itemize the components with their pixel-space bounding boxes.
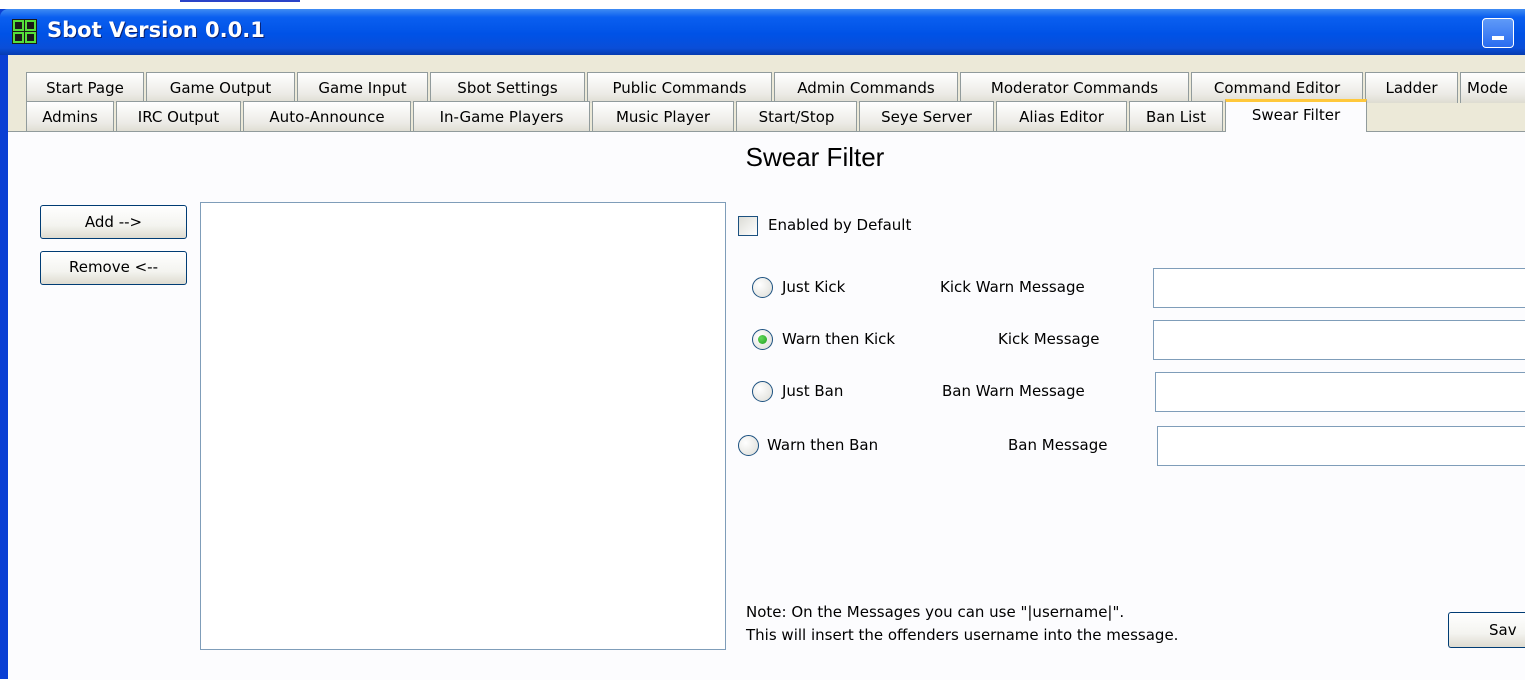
tab-in-game-players[interactable]: In-Game Players <box>413 101 590 132</box>
warn-then-ban-label: Warn then Ban <box>767 436 879 454</box>
tab-admins[interactable]: Admins <box>26 101 114 132</box>
tab-public-commands[interactable]: Public Commands <box>587 72 772 103</box>
window-title: Sbot Version 0.0.1 <box>47 18 265 42</box>
just-kick-radio[interactable] <box>752 277 773 298</box>
tab-game-output[interactable]: Game Output <box>146 72 295 103</box>
ban-message-input[interactable] <box>1157 426 1525 466</box>
tab-ladder[interactable]: Ladder <box>1365 72 1458 103</box>
tab-sbot-settings[interactable]: Sbot Settings <box>430 72 585 103</box>
tab-music-player[interactable]: Music Player <box>592 101 734 132</box>
warn-then-ban-radio[interactable] <box>738 435 759 456</box>
ban-warn-message-label: Ban Warn Message <box>942 382 1085 400</box>
tab-seye-server[interactable]: Seye Server <box>859 101 994 132</box>
minimize-icon[interactable] <box>1482 18 1514 48</box>
tab-admin-commands[interactable]: Admin Commands <box>774 72 958 103</box>
tab-moderator-commands[interactable]: Moderator Commands <box>960 72 1189 103</box>
ban-warn-message-input[interactable] <box>1155 372 1525 412</box>
sbot-logo-icon <box>12 19 37 44</box>
tab-irc-output[interactable]: IRC Output <box>116 101 241 132</box>
swear-words-list[interactable] <box>200 202 726 650</box>
note-line-1: Note: On the Messages you can use "|user… <box>746 603 1125 621</box>
add-button[interactable]: Add --> <box>40 205 187 239</box>
save-button[interactable]: Sav <box>1448 612 1525 648</box>
kick-warn-message-input[interactable] <box>1153 268 1525 308</box>
kick-message-label: Kick Message <box>998 330 1100 348</box>
tab-swear-filter[interactable]: Swear Filter <box>1225 99 1367 132</box>
tab-start-stop[interactable]: Start/Stop <box>736 101 857 132</box>
kick-message-input[interactable] <box>1153 320 1525 360</box>
swear-filter-page: Swear Filter Add --> Remove <-- Enabled … <box>8 131 1525 680</box>
background-strip <box>0 0 1525 9</box>
usage-note: Note: On the Messages you can use "|user… <box>746 601 1178 647</box>
just-kick-label: Just Kick <box>782 278 846 296</box>
ban-message-label: Ban Message <box>1008 436 1108 454</box>
just-ban-radio[interactable] <box>752 381 773 402</box>
tab-start-page[interactable]: Start Page <box>26 72 144 103</box>
enabled-by-default-checkbox[interactable] <box>738 216 758 236</box>
kick-warn-message-label: Kick Warn Message <box>940 278 1085 296</box>
tab-mode[interactable]: Mode <box>1460 72 1525 103</box>
enabled-by-default-label: Enabled by Default <box>768 216 912 234</box>
note-line-2: This will insert the offenders username … <box>746 626 1179 644</box>
tab-alias-editor[interactable]: Alias Editor <box>996 101 1127 132</box>
page-title: Swear Filter <box>745 142 885 172</box>
tab-auto-announce[interactable]: Auto-Announce <box>243 101 411 132</box>
tab-game-input[interactable]: Game Input <box>297 72 428 103</box>
tab-ban-list[interactable]: Ban List <box>1129 101 1223 132</box>
title-bar[interactable]: Sbot Version 0.0.1 <box>0 9 1525 55</box>
client-area: Start Page Game Output Game Input Sbot S… <box>8 55 1525 680</box>
app-window: Sbot Version 0.0.1 Start Page Game Outpu… <box>0 9 1525 680</box>
warn-then-kick-radio[interactable] <box>752 329 773 350</box>
remove-button[interactable]: Remove <-- <box>40 251 187 285</box>
warn-then-kick-label: Warn then Kick <box>782 330 896 348</box>
just-ban-label: Just Ban <box>782 382 844 400</box>
